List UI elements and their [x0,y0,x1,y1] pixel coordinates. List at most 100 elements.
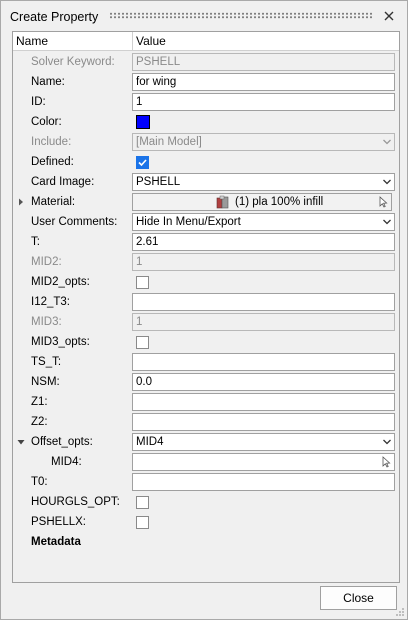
hourgls-opt-checkbox[interactable] [136,496,149,509]
t0-label: T0: [31,476,48,488]
row-material: Material: (1) pla 100% infill [13,192,399,212]
resize-grip-icon[interactable] [395,607,405,617]
z1-label: Z1: [31,396,48,408]
card-image-select[interactable]: PSHELL [132,173,395,191]
t-label: T: [31,236,40,248]
column-header-value[interactable]: Value [136,32,166,50]
t0-field[interactable] [132,473,395,491]
row-pshellx: PSHELLX: [13,512,399,532]
close-button[interactable]: Close [320,586,397,610]
pointer-icon [379,196,388,208]
title-bar[interactable]: Create Property [1,1,407,31]
pointer-icon [382,456,391,468]
mid4-selector[interactable] [132,453,395,471]
row-name: Name: for wing [13,72,399,92]
row-mid3: MID3: 1 [13,312,399,332]
chevron-down-icon [383,139,391,145]
solver-keyword-field: PSHELL [132,53,395,71]
create-property-dialog: Create Property Name Value Solver Keywor… [0,0,408,620]
row-id: ID: 1 [13,92,399,112]
offset-opts-value: MID4 [136,436,164,448]
mid4-label: MID4: [51,456,82,468]
include-label: Include: [31,136,72,148]
property-table: Name Value Solver Keyword: PSHELL Name: … [12,31,400,583]
material-icon [216,195,229,209]
row-defined: Defined: [13,152,399,172]
card-image-label: Card Image: [31,176,95,188]
row-ts-t: TS_T: [13,352,399,372]
i12-t3-field[interactable] [132,293,395,311]
row-color: Color: [13,112,399,132]
row-mid4: MID4: [13,452,399,472]
dialog-title: Create Property [10,10,99,24]
color-swatch[interactable] [136,115,150,129]
metadata-label[interactable]: Metadata [31,532,81,552]
z2-label: Z2: [31,416,48,428]
color-label: Color: [31,116,62,128]
row-t: T: 2.61 [13,232,399,252]
offset-opts-label: Offset_opts: [31,436,93,448]
mid2-field: 1 [132,253,395,271]
table-header: Name Value [13,32,399,51]
nsm-label: NSM: [31,376,60,388]
checkmark-icon [138,159,147,167]
row-solver-keyword: Solver Keyword: PSHELL [13,52,399,72]
ts-t-label: TS_T: [31,356,62,368]
chevron-down-icon [383,439,391,445]
user-comments-label: User Comments: [31,216,118,228]
collapse-arrow-icon[interactable] [16,436,26,448]
row-offset-opts: Offset_opts: MID4 [13,432,399,452]
z2-field[interactable] [132,413,395,431]
mid2-opts-checkbox[interactable] [136,276,149,289]
row-mid2-opts: MID2_opts: [13,272,399,292]
include-value: [Main Model] [136,136,202,148]
pshellx-checkbox[interactable] [136,516,149,529]
mid3-opts-label: MID3_opts: [31,336,90,348]
name-label: Name: [31,76,65,88]
mid3-field: 1 [132,313,395,331]
row-z2: Z2: [13,412,399,432]
name-field[interactable]: for wing [132,73,395,91]
chevron-down-icon [383,179,391,185]
material-selector[interactable]: (1) pla 100% infill [132,193,392,211]
hourgls-opt-label: HOURGLS_OPT: [31,496,120,508]
include-select: [Main Model] [132,133,395,151]
solver-keyword-label: Solver Keyword: [31,56,115,68]
row-mid2: MID2: 1 [13,252,399,272]
defined-label: Defined: [31,156,74,168]
i12-t3-label: I12_T3: [31,296,70,308]
row-metadata: Metadata [13,532,399,552]
user-comments-value: Hide In Menu/Export [136,216,241,228]
row-user-comments: User Comments: Hide In Menu/Export [13,212,399,232]
row-mid3-opts: MID3_opts: [13,332,399,352]
pshellx-label: PSHELLX: [31,516,86,528]
row-card-image: Card Image: PSHELL [13,172,399,192]
expand-arrow-icon[interactable] [16,196,26,208]
mid3-label: MID3: [31,316,62,328]
row-include: Include: [Main Model] [13,132,399,152]
chevron-down-icon [383,219,391,225]
defined-checkbox[interactable] [136,156,149,169]
id-label: ID: [31,96,46,108]
user-comments-select[interactable]: Hide In Menu/Export [132,213,395,231]
t-field[interactable]: 2.61 [132,233,395,251]
mid3-opts-checkbox[interactable] [136,336,149,349]
column-header-name[interactable]: Name [16,32,48,50]
material-label: Material: [31,196,76,208]
row-hourgls-opt: HOURGLS_OPT: [13,492,399,512]
mid2-label: MID2: [31,256,62,268]
mid2-opts-label: MID2_opts: [31,276,90,288]
row-nsm: NSM: 0.0 [13,372,399,392]
id-field[interactable]: 1 [132,93,395,111]
nsm-field[interactable]: 0.0 [132,373,395,391]
drag-grip[interactable] [109,12,373,19]
card-image-value: PSHELL [136,176,181,188]
row-t0: T0: [13,472,399,492]
material-value: (1) pla 100% infill [235,196,324,208]
offset-opts-select[interactable]: MID4 [132,433,395,451]
close-icon[interactable] [382,9,396,23]
ts-t-field[interactable] [132,353,395,371]
row-i12-t3: I12_T3: [13,292,399,312]
z1-field[interactable] [132,393,395,411]
row-z1: Z1: [13,392,399,412]
